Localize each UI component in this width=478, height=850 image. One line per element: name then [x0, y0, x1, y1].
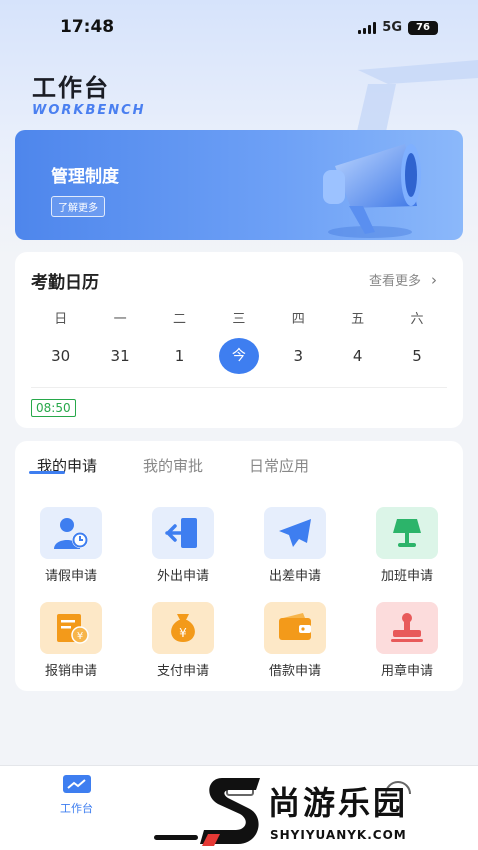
calendar-date[interactable]: 31	[90, 338, 149, 374]
home-indicator[interactable]	[154, 835, 198, 840]
airplane-icon	[264, 507, 326, 559]
network-label: 5G	[382, 20, 402, 35]
date-row: 30 31 1 今 3 4 5	[31, 338, 447, 374]
today-marker: 今	[218, 338, 259, 374]
applications-card: 我的申请 我的审批 日常应用 请假申请 外出申请 出差申请 加班申请 ¥ 报销申…	[15, 441, 463, 691]
calendar-title: 考勤日历	[31, 273, 99, 293]
loan-request-item[interactable]: 借款申请	[239, 602, 351, 679]
weekday-label: 一	[113, 312, 127, 327]
calendar-date[interactable]: 4	[328, 338, 387, 374]
seal-request-item[interactable]: 用章申请	[351, 602, 463, 679]
status-indicators: 5G 76	[358, 20, 438, 35]
leave-request-item[interactable]: 请假申请	[15, 507, 127, 584]
door-exit-icon	[152, 507, 214, 559]
policy-banner[interactable]: 管理制度 了解更多	[15, 130, 463, 240]
active-tab-indicator	[29, 471, 65, 474]
weekday-label: 五	[351, 312, 365, 327]
money-bag-icon: ¥	[152, 602, 214, 654]
signal-icon	[358, 21, 377, 34]
weekday-label: 日	[54, 312, 68, 327]
weekday-label: 六	[410, 312, 424, 327]
calendar-date-today[interactable]: 今	[209, 338, 268, 374]
app-label: 报销申请	[44, 664, 97, 679]
svg-text:¥: ¥	[77, 631, 83, 642]
battery-icon: 76	[408, 20, 438, 35]
app-label: 请假申请	[44, 569, 97, 584]
learn-more-button[interactable]: 了解更多	[51, 196, 105, 217]
business-trip-request-item[interactable]: 出差申请	[239, 507, 351, 584]
weekday-label: 四	[291, 312, 305, 327]
calendar-more-link[interactable]: 查看更多 ›	[368, 270, 437, 290]
application-tabs: 我的申请 我的审批 日常应用	[37, 455, 309, 476]
calendar-date[interactable]: 1	[150, 338, 209, 374]
calendar-date[interactable]: 30	[31, 338, 90, 374]
megaphone-icon	[323, 144, 421, 238]
application-grid: 请假申请 外出申请 出差申请 加班申请 ¥ 报销申请 ¥ 支付申请 借款申请 用…	[15, 507, 463, 679]
outing-request-item[interactable]: 外出申请	[127, 507, 239, 584]
status-time: 17:48	[60, 17, 115, 37]
app-label: 支付申请	[156, 664, 209, 679]
calendar-date[interactable]: 3	[269, 338, 328, 374]
status-bar: 17:48 5G 76	[0, 0, 478, 56]
watermark-logo: 尚游乐园 SHYIYUANYK.COM	[200, 772, 478, 850]
person-clock-icon	[40, 507, 102, 559]
app-label: 外出申请	[156, 569, 209, 584]
overtime-request-item[interactable]: 加班申请	[351, 507, 463, 584]
clock-in-time-badge: 08:50	[31, 399, 76, 417]
payment-request-item[interactable]: ¥ 支付申请	[127, 602, 239, 679]
page-subtitle: WORKBENCH	[32, 103, 146, 118]
banner-title: 管理制度	[51, 167, 119, 187]
app-label: 用章申请	[380, 664, 433, 679]
app-label: 借款申请	[268, 664, 321, 679]
calendar-divider	[31, 387, 447, 388]
attendance-calendar-card: 考勤日历 查看更多 › 日 一 二 三 四 五 六 30 31 1 今 3 4 …	[15, 252, 463, 428]
watermark-url: SHYIYUANYK.COM	[270, 828, 407, 842]
chevron-right-icon: ›	[431, 270, 437, 289]
calendar-date[interactable]: 5	[387, 338, 446, 374]
nav-workbench[interactable]: 工作台	[60, 774, 93, 816]
watermark-name: 尚游乐园	[268, 784, 409, 822]
svg-text:¥: ¥	[179, 626, 187, 640]
calendar-more-label: 查看更多	[368, 274, 421, 289]
reimbursement-request-item[interactable]: ¥ 报销申请	[15, 602, 127, 679]
wallet-icon	[264, 602, 326, 654]
page-header: 工作台 WORKBENCH	[32, 68, 146, 118]
tab-my-approvals[interactable]: 我的审批	[143, 455, 203, 476]
weekday-row: 日 一 二 三 四 五 六	[31, 308, 447, 327]
page-title: 工作台	[32, 74, 110, 102]
s-logo-icon	[200, 778, 260, 846]
weekday-label: 三	[232, 312, 246, 327]
app-label: 加班申请	[380, 569, 433, 584]
weekday-label: 二	[172, 312, 186, 327]
lamp-icon	[376, 507, 438, 559]
app-label: 出差申请	[268, 569, 321, 584]
nav-workbench-label: 工作台	[60, 802, 93, 815]
chart-monitor-icon	[62, 775, 91, 793]
tab-daily-apps[interactable]: 日常应用	[249, 455, 309, 476]
receipt-yen-icon: ¥	[40, 602, 102, 654]
stamp-icon	[376, 602, 438, 654]
